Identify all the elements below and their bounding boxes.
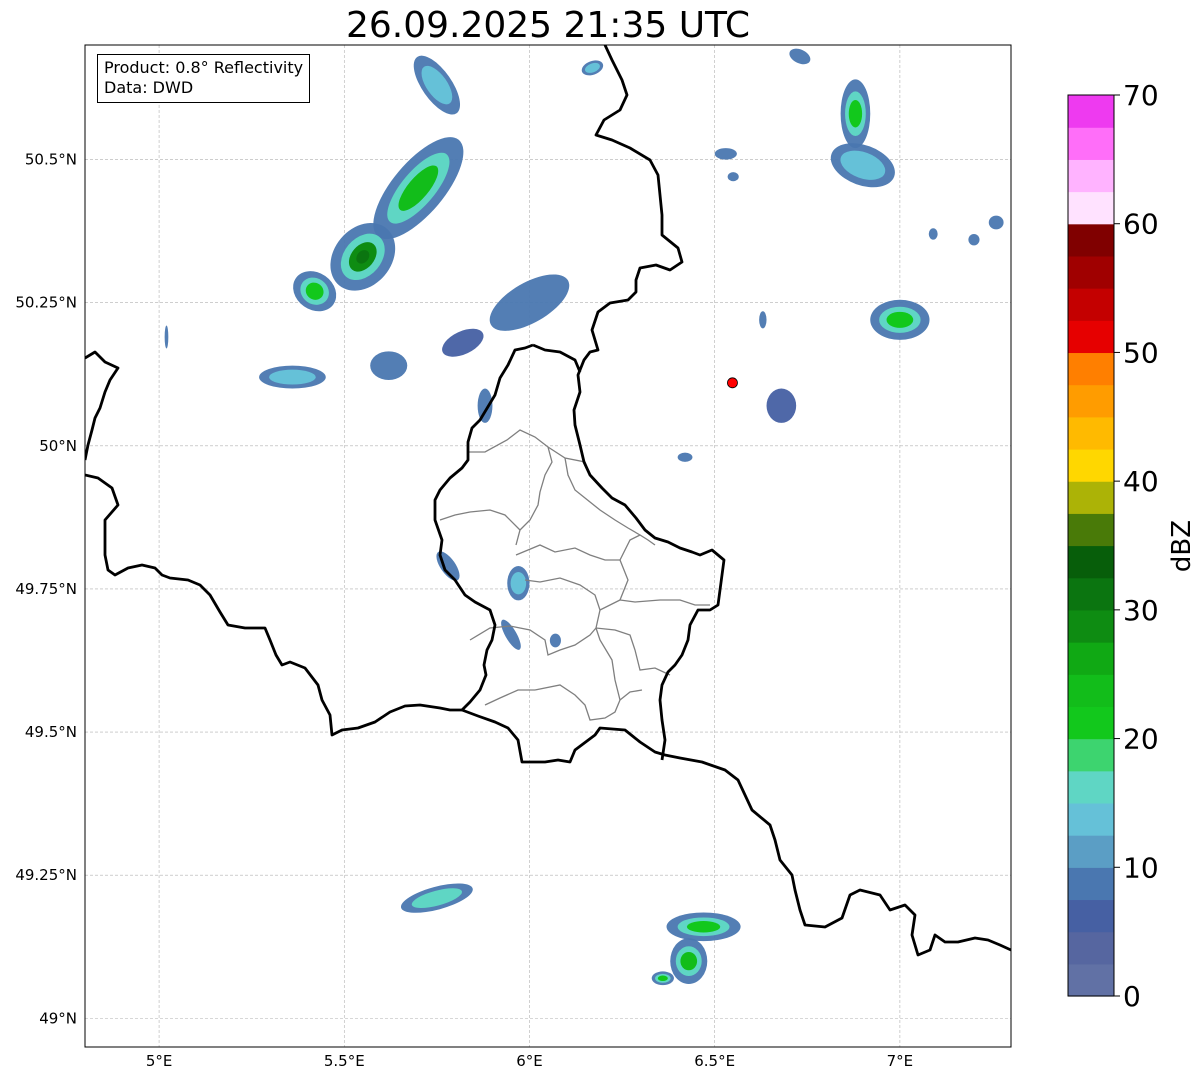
colorbar-segment <box>1068 642 1114 675</box>
colorbar-segment <box>1068 513 1114 547</box>
y-tick-label: 49.25°N <box>15 866 77 884</box>
echo-cell <box>840 79 871 149</box>
colorbar-segment <box>1068 416 1114 450</box>
colorbar-segment <box>1068 899 1114 933</box>
echo-cell <box>988 215 1004 230</box>
colorbar-segment <box>1068 706 1114 740</box>
colorbar-tick-label: 20 <box>1123 723 1159 756</box>
x-tick-label: 6°E <box>516 1052 543 1070</box>
colorbar-segment <box>1068 223 1114 257</box>
colorbar-segment <box>1068 384 1114 418</box>
data-source-label: Data: DWD <box>104 78 194 97</box>
colorbar-segment <box>1068 963 1114 997</box>
colorbar-segment <box>1068 802 1114 836</box>
colorbar-tick-label: 40 <box>1123 465 1159 498</box>
echo-cell <box>928 228 938 240</box>
colorbar-segment <box>1068 320 1114 354</box>
colorbar-tick-label: 10 <box>1123 851 1159 884</box>
echo-outer <box>164 325 169 349</box>
echo-cell <box>666 912 741 942</box>
colorbar-segment <box>1068 448 1114 482</box>
colorbar-segment <box>1068 867 1114 901</box>
colorbar-segment <box>1068 770 1114 804</box>
echo-outer <box>727 172 739 182</box>
x-axis-ticks: 5°E 5.5°E 6°E 6.5°E 7°E <box>146 1052 913 1070</box>
echo-outer <box>370 351 408 380</box>
echo-cell <box>677 452 693 462</box>
echo-cell <box>727 172 739 182</box>
y-tick-label: 49.75°N <box>15 580 77 598</box>
echo-outer <box>714 148 737 160</box>
radar-site-marker <box>727 377 738 389</box>
colorbar-tick-label: 50 <box>1123 336 1159 369</box>
colorbar-segment <box>1068 931 1114 965</box>
colorbar-tick-label: 0 <box>1123 980 1141 1013</box>
echo-outer <box>766 388 797 423</box>
colorbar-segment <box>1068 191 1114 225</box>
colorbar-segment <box>1068 352 1114 386</box>
echo-cell <box>507 566 530 601</box>
colorbar-tick-label: 60 <box>1123 208 1159 241</box>
colorbar-tick-label: 30 <box>1123 594 1159 627</box>
map-area <box>85 45 1011 1047</box>
echo-cell <box>766 388 797 423</box>
echo-mid <box>510 572 527 595</box>
echo-cell <box>549 633 561 648</box>
echo-outer <box>988 215 1004 230</box>
echo-cell <box>164 325 169 349</box>
echo-core <box>886 311 914 328</box>
echo-outer <box>549 633 561 648</box>
x-tick-label: 5.5°E <box>324 1052 365 1070</box>
radar-map: 5°E 5.5°E 6°E 6.5°E 7°E 49°N 49.25°N 49.5°N 49.… <box>15 44 1197 1070</box>
y-tick-label: 49°N <box>39 1009 77 1027</box>
product-label: Product: 0.8° Reflectivity <box>104 58 304 77</box>
echo-mid <box>269 369 316 385</box>
echo-core <box>686 921 721 933</box>
colorbar-segment <box>1068 738 1114 772</box>
echo-cell <box>968 233 980 246</box>
echo-cell <box>651 971 674 986</box>
echo-outer <box>928 228 938 240</box>
echo-core <box>657 975 668 982</box>
y-axis-ticks: 49°N 49.25°N 49.5°N 49.75°N 50°N 50.25°N 50.5°… <box>15 151 77 1028</box>
colorbar-segment <box>1068 255 1114 289</box>
colorbar-segment <box>1068 545 1114 579</box>
y-tick-label: 49.5°N <box>25 723 77 741</box>
x-tick-label: 6.5°E <box>694 1052 735 1070</box>
colorbar-segment <box>1068 609 1114 643</box>
echo-outer <box>968 233 980 246</box>
echo-cell <box>670 938 708 985</box>
echo-cell <box>714 148 737 160</box>
echo-core <box>680 951 698 971</box>
echo-cell <box>759 311 767 329</box>
colorbar-segment <box>1068 288 1114 321</box>
product-info-box: Product: 0.8° Reflectivity Data: DWD <box>97 54 311 103</box>
echo-cell <box>259 365 326 389</box>
echo-outer <box>677 452 693 462</box>
colorbar: 0 10 20 30 40 50 60 70 <box>1067 79 1159 1013</box>
echo-cell <box>870 299 930 340</box>
y-tick-label: 50°N <box>39 437 77 455</box>
y-tick-label: 50.25°N <box>15 294 77 312</box>
colorbar-segment <box>1068 127 1114 160</box>
y-tick-label: 50.5°N <box>25 151 77 169</box>
echo-cell <box>370 351 408 380</box>
colorbar-segment <box>1068 674 1114 707</box>
colorbar-segment <box>1068 95 1114 128</box>
colorbar-segment <box>1068 481 1114 514</box>
colorbar-label: dBZ <box>1167 520 1197 572</box>
echo-core <box>848 99 863 128</box>
echo-outer <box>759 311 767 329</box>
colorbar-tick-label: 70 <box>1123 79 1159 112</box>
x-tick-label: 7°E <box>887 1052 914 1070</box>
colorbar-segment <box>1068 577 1114 611</box>
colorbar-segment <box>1068 835 1114 868</box>
colorbar-segment <box>1068 159 1114 193</box>
x-tick-label: 5°E <box>146 1052 173 1070</box>
